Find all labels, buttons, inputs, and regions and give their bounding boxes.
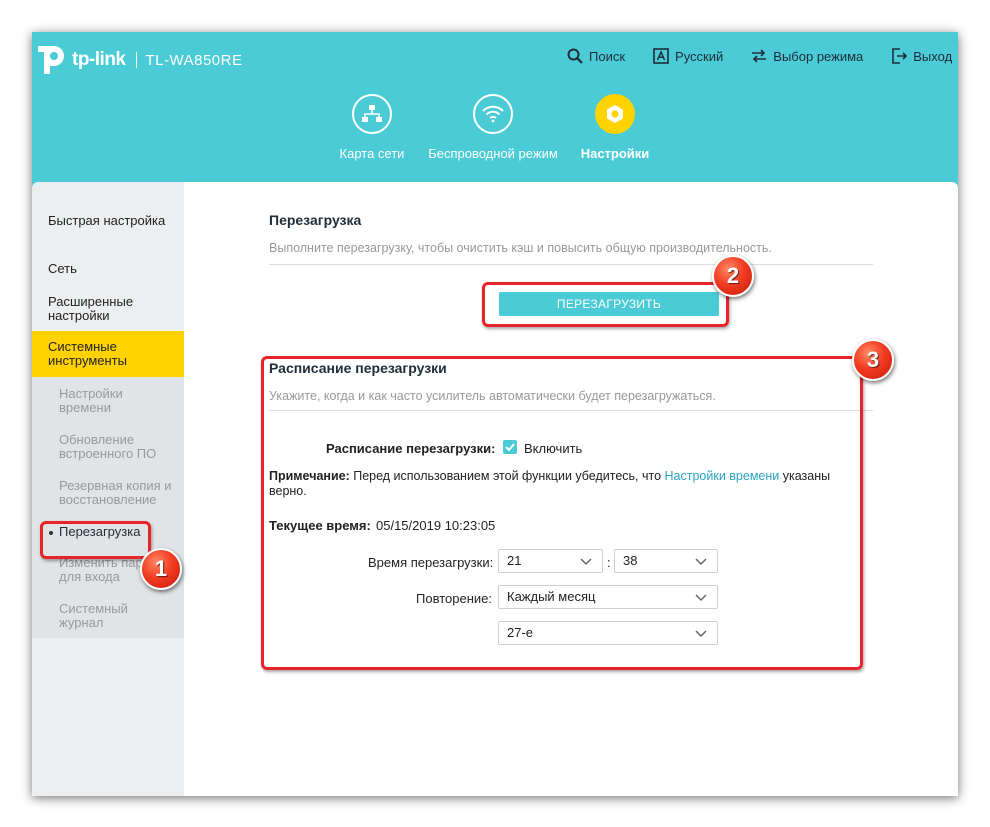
tab-settings[interactable]: Настройки <box>570 94 660 161</box>
sidebar-subitem-firmware[interactable]: Обновление встроенного ПО <box>32 423 184 469</box>
system-tools-submenu: Настройки времени Обновление встроенного… <box>32 377 184 638</box>
tab-settings-label: Настройки <box>580 146 650 161</box>
logo-text: tp-link <box>72 49 126 70</box>
annotation-badge-3: 3 <box>852 339 894 381</box>
wifi-icon <box>473 94 513 134</box>
sidebar-item-label: Сеть <box>48 261 77 276</box>
sidebar-subitem-backup[interactable]: Резервная копия и восстановление <box>32 469 184 515</box>
annotation-box-2 <box>482 282 729 327</box>
search-link[interactable]: Поиск <box>567 48 625 64</box>
reboot-section-title: Перезагрузка <box>269 212 362 228</box>
main-nav-tabs: Карта сети Беспроводной режим Настройки <box>328 94 660 161</box>
logo: tp-link TL-WA850RE <box>32 42 242 78</box>
tab-wireless-label: Беспроводной режим <box>428 146 558 161</box>
logout-icon <box>892 48 908 64</box>
divider <box>269 264 873 265</box>
sidebar: Быстрая настройка Сеть Расширенные настр… <box>32 182 184 796</box>
model-name: TL-WA850RE <box>145 51 243 69</box>
mode-switch-link-label: Выбор режима <box>773 48 864 64</box>
logout-link[interactable]: Выход <box>891 48 952 64</box>
tab-network-map-label: Карта сети <box>339 146 405 161</box>
language-link[interactable]: Русский <box>653 48 723 64</box>
sidebar-item-system-tools[interactable]: Системные инструменты <box>32 331 184 377</box>
tab-network-map[interactable]: Карта сети <box>328 94 416 161</box>
top-links: Поиск Русский Выбор режима Выход <box>567 48 958 64</box>
sidebar-subitem-system-log[interactable]: Системный журнал <box>32 592 184 630</box>
gear-icon <box>595 94 635 134</box>
language-icon <box>653 48 669 64</box>
network-map-icon <box>352 94 392 134</box>
logo-divider <box>135 52 137 68</box>
mode-switch-icon <box>752 49 767 63</box>
sidebar-item-label: Расширенные настройки <box>48 294 134 323</box>
logout-link-label: Выход <box>913 48 953 64</box>
annotation-badge-1: 1 <box>140 548 182 590</box>
annotation-box-3 <box>261 356 863 670</box>
annotation-box-1 <box>40 521 151 559</box>
sidebar-item-label: Быстрая настройка <box>48 213 166 228</box>
sidebar-item-advanced[interactable]: Расширенные настройки <box>32 283 184 331</box>
tab-wireless[interactable]: Беспроводной режим <box>416 94 570 161</box>
sidebar-subitem-time-settings[interactable]: Настройки времени <box>32 377 184 423</box>
sidebar-subitem-label: Резервная копия и восстановление <box>59 478 172 507</box>
reboot-section-description: Выполните перезагрузку, чтобы очистить к… <box>269 241 772 255</box>
sidebar-item-quick-setup[interactable]: Быстрая настройка <box>32 202 184 250</box>
sidebar-subitem-label: Обновление встроенного ПО <box>59 432 157 461</box>
mode-switch-link[interactable]: Выбор режима <box>751 48 863 64</box>
sidebar-item-label: Системные инструменты <box>48 339 127 368</box>
search-icon <box>567 48 583 64</box>
annotation-badge-2: 2 <box>712 255 754 297</box>
tp-link-logo-icon <box>38 46 64 74</box>
sidebar-subitem-label: Системный журнал <box>59 601 128 630</box>
search-link-label: Поиск <box>589 48 626 64</box>
sidebar-subitem-label: Настройки времени <box>59 386 123 415</box>
sidebar-item-network[interactable]: Сеть <box>32 250 184 283</box>
language-link-label: Русский <box>675 48 724 64</box>
